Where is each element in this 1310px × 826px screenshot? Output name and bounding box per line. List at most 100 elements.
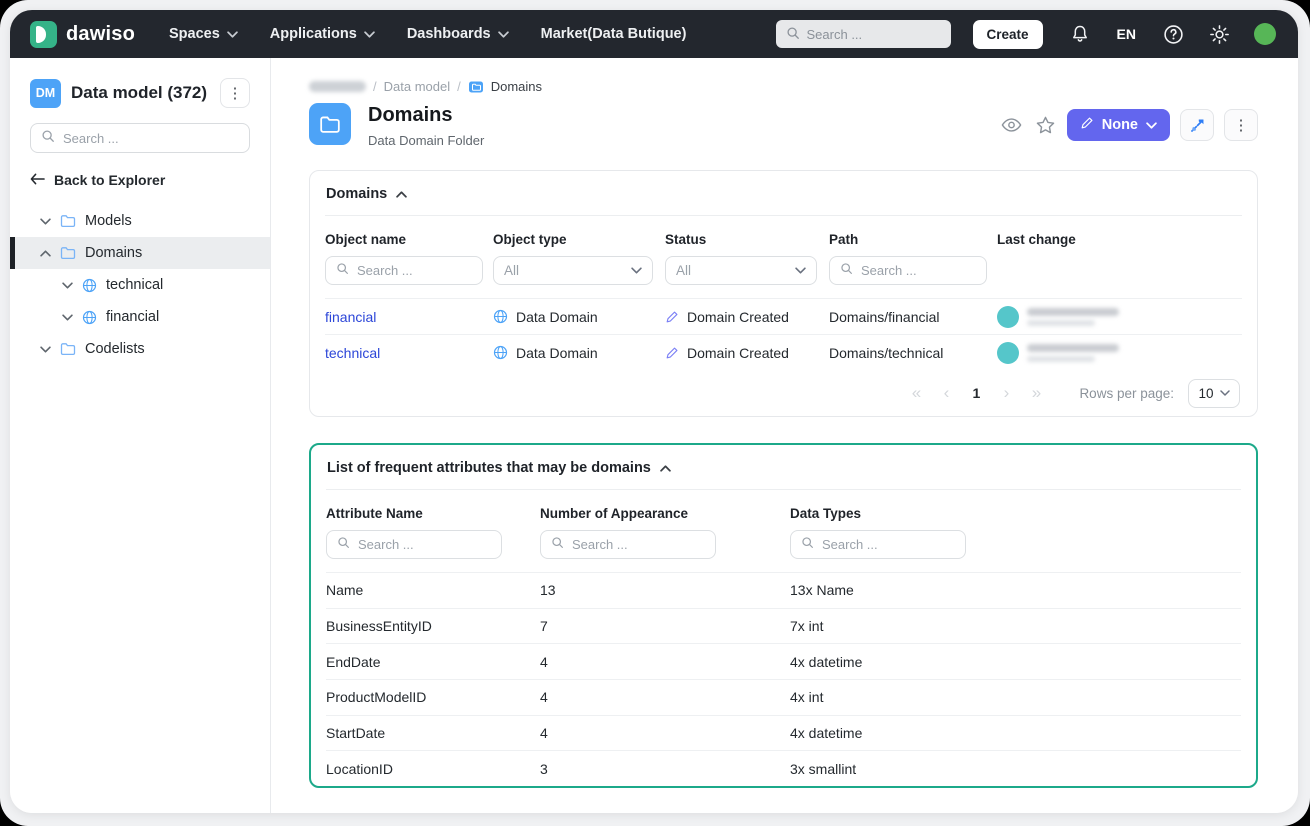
sidebar-search-input[interactable] [63,130,239,146]
chevron-down-icon [1146,117,1157,133]
table-row-technical[interactable]: technical Data Domain Domain Created Dom… [325,334,1242,370]
avatar [997,305,1019,328]
domains-card: Domains Object name Object type Status P… [309,170,1258,417]
pagination: « ‹ 1 › » Rows per page: 10 [325,370,1242,416]
help-icon[interactable] [1154,15,1192,53]
language-selector[interactable]: EN [1107,26,1146,42]
domains-card-header[interactable]: Domains [325,171,1242,216]
attribute-name-filter-input[interactable] [358,537,491,552]
page-subtitle: Data Domain Folder [368,133,485,148]
nav-applications[interactable]: Applications [258,18,387,50]
frequent-attributes-card: List of frequent attributes that may be … [309,443,1258,789]
breadcrumb-data-model[interactable]: Data model [384,79,450,94]
search-icon [337,536,350,554]
object-type-filter-select[interactable]: All [493,256,653,285]
back-to-explorer-link[interactable]: Back to Explorer [30,172,250,188]
collapse-chevron-up-icon [660,464,671,472]
current-page[interactable]: 1 [963,385,989,401]
breadcrumb-redacted-item[interactable] [309,81,366,92]
search-icon [336,262,349,280]
page-background: dawiso Spaces Applications Dashboards Ma… [0,0,1310,826]
favorite-star-icon[interactable] [1034,114,1057,136]
path-filter[interactable] [829,256,987,285]
attribute-row[interactable]: BusinessEntityID 7 7x int [326,607,1241,644]
tree-item-codelists[interactable]: Codelists [10,333,270,365]
page-title: Domains [368,104,453,126]
main-content: / Data model / Domains Domains Data Doma… [271,58,1298,813]
nav-market[interactable]: Market(Data Butique) [529,18,699,50]
data-types-filter-input[interactable] [822,537,955,552]
create-button[interactable]: Create [972,19,1043,49]
redacted-user-info [1027,307,1119,326]
path-filter-input[interactable] [861,263,976,278]
page-kebab-menu-button[interactable]: ⋮ [1224,109,1258,141]
folder-icon [60,342,76,356]
chevron-down-icon [795,267,806,274]
user-avatar[interactable] [1254,23,1276,45]
object-tree: Models Domains technical financial Codel… [10,205,270,365]
object-link[interactable]: technical [325,345,380,361]
rows-per-page-select[interactable]: 10 [1188,378,1240,408]
globe-icon [493,345,508,360]
dawiso-logo-icon [30,20,57,48]
tree-item-domains[interactable]: Domains [10,237,270,269]
attribute-row[interactable]: EndDate 4 4x datetime [326,643,1241,679]
chevron-down-icon[interactable] [62,313,73,321]
appearance-filter-input[interactable] [572,537,705,552]
attribute-row[interactable]: ProductModelID 4 4x int [326,679,1241,715]
chevron-down-icon[interactable] [40,345,51,353]
next-page-button[interactable]: › [993,383,1019,403]
sidebar-title: Data model (372) [71,83,208,102]
data-model-badge: DM [30,78,61,108]
attribute-row[interactable]: LocationID 3 3x smallint [326,750,1241,786]
tree-item-technical[interactable]: technical [10,269,270,301]
chevron-down-icon [1219,390,1230,396]
breadcrumb-current: Domains [490,79,543,94]
folder-icon [60,246,76,260]
status-filter-select[interactable]: All [665,256,817,285]
column-last-change: Last change [997,232,1076,247]
column-object-type: Object type [493,232,567,247]
chevron-down-icon [631,267,642,274]
redacted-user-info [1027,343,1119,362]
frequent-attributes-card-header[interactable]: List of frequent attributes that may be … [326,445,1241,490]
object-name-filter-input[interactable] [357,263,472,278]
global-search-input[interactable]: Search ... [775,20,951,48]
object-link[interactable]: financial [325,309,376,325]
chevron-down-icon[interactable] [40,217,51,225]
last-page-button[interactable]: » [1023,383,1049,403]
tree-item-models[interactable]: Models [10,205,270,237]
object-name-filter[interactable] [325,256,483,285]
promote-arrows-button[interactable] [1180,109,1214,141]
first-page-button[interactable]: « [903,383,929,403]
folder-icon [60,214,76,228]
settings-gear-icon[interactable] [1200,15,1238,53]
data-types-filter[interactable] [790,530,966,559]
nav-spaces[interactable]: Spaces [157,18,250,50]
app-window: dawiso Spaces Applications Dashboards Ma… [10,10,1298,813]
sidebar-kebab-menu-button[interactable]: ⋮ [220,78,250,108]
chevron-up-icon[interactable] [40,249,51,257]
domain-folder-icon [309,103,351,145]
column-status: Status [665,232,707,247]
search-icon [41,129,55,148]
status-none-button[interactable]: None [1066,109,1170,141]
pencil-icon [1080,116,1094,134]
logo[interactable]: dawiso [30,20,135,48]
sidebar-search[interactable] [30,123,250,153]
notifications-bell-icon[interactable] [1061,15,1099,53]
chevron-down-icon[interactable] [62,281,73,289]
attribute-row[interactable]: Name 13 13x Name [326,572,1241,608]
tree-item-financial[interactable]: financial [10,301,270,333]
attribute-name-filter[interactable] [326,530,502,559]
chevron-down-icon [227,30,238,38]
appearance-filter[interactable] [540,530,716,559]
search-icon [840,262,853,280]
watch-eye-icon[interactable] [999,115,1024,135]
attribute-row[interactable]: StartDate 4 4x datetime [326,714,1241,751]
table-row-financial[interactable]: financial Data Domain Domain Created Dom… [325,298,1242,334]
column-path: Path [829,232,859,247]
nav-dashboards[interactable]: Dashboards [395,18,521,50]
chevron-down-icon [497,30,509,38]
prev-page-button[interactable]: ‹ [933,383,959,403]
